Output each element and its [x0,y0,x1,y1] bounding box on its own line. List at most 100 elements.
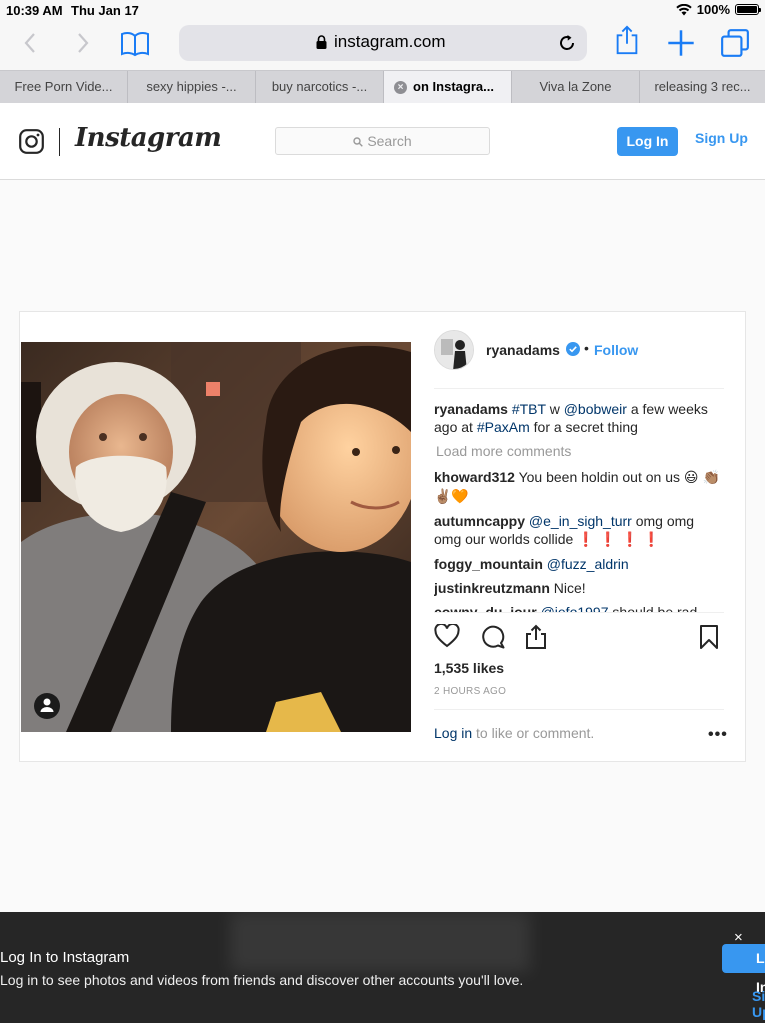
separator-dot: • [584,340,589,356]
banner-subtitle: Log in to see photos and videos from fri… [0,972,524,988]
heart-icon[interactable] [434,624,460,648]
caption-text: w [545,401,564,417]
comment-username[interactable]: cowny_du_jour [434,604,537,612]
comment-item: justinkreutzmann Nice! [434,579,724,597]
tab-label: Free Porn Vide... [14,79,113,94]
tab-item[interactable]: sexy hippies -... [128,71,256,103]
caption: ryanadams #TBT w @bobweir a few weeks ag… [434,400,724,436]
banner-signup-link[interactable]: Sign Up [752,988,765,1020]
post-actions [434,624,724,652]
mention-link[interactable]: @jefo1997 [541,604,609,612]
divider [434,709,724,710]
hashtag-link[interactable]: #TBT [512,401,546,417]
bookmark-icon[interactable] [699,624,719,650]
banner-login-button[interactable]: Log In [722,944,765,995]
post-photo[interactable] [21,342,411,732]
lock-icon [316,35,327,49]
forward-button[interactable] [68,28,98,58]
logo-divider [59,128,60,156]
new-tab-icon[interactable] [666,28,696,58]
mention-link[interactable]: @bobweir [564,401,627,417]
post-sidebar: ryanadams • Follow ryanadams #TBT w @bob… [412,312,747,761]
tab-label: on Instagra... [413,79,494,94]
comment-item: autumncappy @e_in_sigh_turr omg omg omg … [434,512,724,549]
tab-item-active[interactable]: × on Instagra... [384,71,512,103]
comment-text: should be rad [612,604,698,612]
banner-title: Log In to Instagram [0,949,130,966]
reload-icon[interactable] [557,33,577,53]
search-input[interactable]: Search [275,127,490,155]
tabs-overview-icon[interactable] [720,28,750,58]
comment-text: You been holdin out on us [518,469,680,485]
back-button[interactable] [15,28,45,58]
battery-icon [735,4,761,15]
comment-item: cowny_du_jour @jefo1997 should be rad [434,603,724,612]
mention-link[interactable]: @e_in_sigh_turr [529,513,632,529]
comment-item: khoward312 You been holdin out on us 😃 👏… [434,468,724,506]
tab-item[interactable]: Free Porn Vide... [0,71,128,103]
caption-username[interactable]: ryanadams [434,401,508,417]
comment-username[interactable]: justinkreutzmann [434,580,550,596]
banner-background [230,912,530,972]
tab-item[interactable]: releasing 3 rec... [640,71,765,103]
search-placeholder: Search [367,133,412,149]
divider [434,612,724,613]
login-link[interactable]: Log in [434,725,472,741]
tab-label: Viva la Zone [539,79,612,94]
tab-strip: Free Porn Vide... sexy hippies -... buy … [0,70,765,103]
more-options-icon[interactable]: ••• [708,726,728,744]
follow-button[interactable]: Follow [594,342,638,358]
post-timestamp[interactable]: 2 HOURS AGO [434,686,506,697]
share-icon[interactable] [612,25,642,55]
tab-label: buy narcotics -... [271,79,368,94]
load-more-comments[interactable]: Load more comments [436,442,724,460]
comment-emoji: ❗ ❗ ❗ ❗ [577,532,661,548]
post-username[interactable]: ryanadams [486,342,560,358]
avatar[interactable] [434,330,474,370]
divider [434,388,724,389]
status-bar: 10:39 AM Thu Jan 17 100% [0,0,765,20]
comment-username[interactable]: khoward312 [434,469,515,485]
instagram-wordmark[interactable]: Instagram [75,123,222,153]
comment-username[interactable]: autumncappy [434,513,525,529]
tab-label: sexy hippies -... [146,79,237,94]
share-icon[interactable] [524,624,548,650]
tab-label: releasing 3 rec... [654,79,751,94]
comments-list: ryanadams #TBT w @bobweir a few weeks ag… [434,400,724,612]
avatar-image [435,331,473,369]
tab-item[interactable]: buy narcotics -... [256,71,384,103]
post-image [21,342,411,732]
close-tab-icon[interactable]: × [394,81,407,94]
comment-item: foggy_mountain @fuzz_aldrin [434,555,724,573]
status-date: Thu Jan 17 [71,3,139,18]
chevron-right-icon [78,33,89,53]
search-icon [353,137,364,147]
login-prompt-text: to like or comment. [472,725,595,741]
hashtag-link[interactable]: #PaxAm [477,419,530,435]
caption-text: for a secret thing [529,419,638,435]
comment-text: Nice! [553,580,586,596]
post-author: ryanadams • Follow [434,330,724,370]
url-text: instagram.com [334,32,446,51]
wifi-icon [676,3,692,15]
browser-toolbar: instagram.com [0,20,765,70]
battery-percent: 100% [696,2,730,17]
verified-badge-icon [566,342,580,356]
login-button[interactable]: Log In [617,127,678,156]
bookmarks-icon[interactable] [120,29,150,59]
address-bar[interactable]: instagram.com [179,25,587,61]
instagram-logo-icon[interactable] [19,129,44,154]
mention-link[interactable]: @fuzz_aldrin [547,556,629,572]
status-time: 10:39 AM [6,3,63,18]
tab-item[interactable]: Viva la Zone [512,71,640,103]
chevron-left-icon [24,33,35,53]
instagram-header: Instagram Search Log In Sign Up [0,103,765,180]
likes-count[interactable]: 1,535 likes [434,660,504,676]
signup-link[interactable]: Sign Up [695,130,748,146]
status-right: 100% [676,2,761,17]
login-banner: Log In to Instagram Log in to see photos… [0,912,765,1023]
comment-username[interactable]: foggy_mountain [434,556,543,572]
login-prompt: Log in to like or comment. [434,725,594,741]
comment-icon[interactable] [480,624,506,650]
post-card: ryanadams • Follow ryanadams #TBT w @bob… [19,311,746,762]
